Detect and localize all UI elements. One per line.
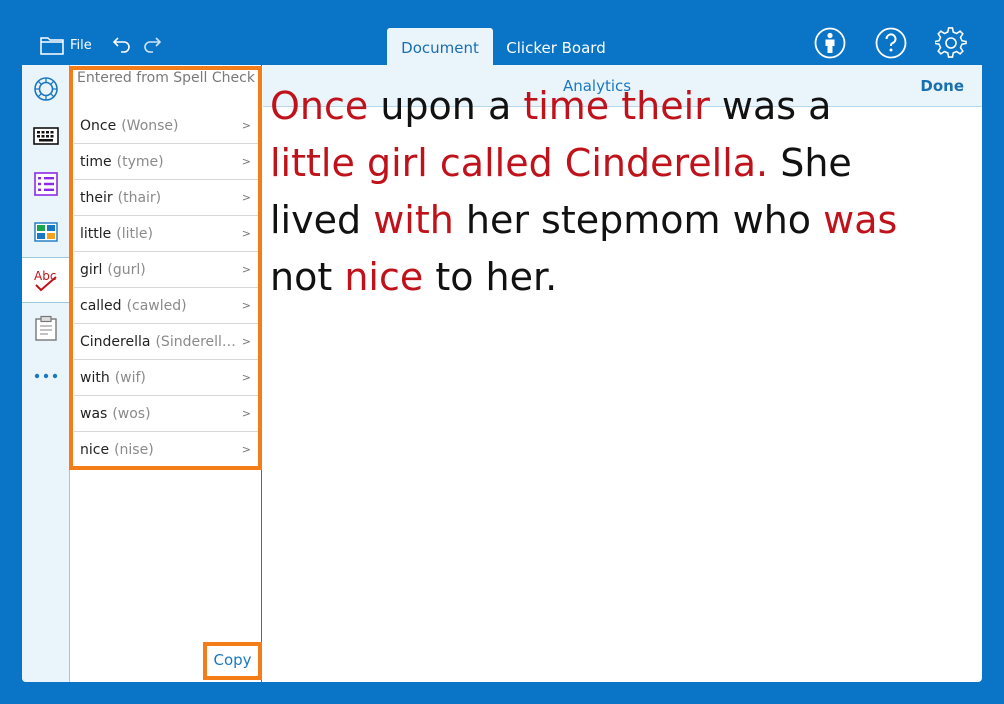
person-icon[interactable] <box>814 27 846 63</box>
undo-button[interactable] <box>112 34 132 58</box>
document-word: was a <box>709 84 832 128</box>
corrected-word: with <box>80 369 110 386</box>
corrected-word: their <box>80 189 113 206</box>
corrected-word: Once <box>80 117 117 134</box>
original-spelling: (wif) <box>114 369 146 386</box>
list-item[interactable]: their (thair) > <box>74 180 259 216</box>
chevron-right-icon: > <box>241 371 251 384</box>
done-button[interactable]: Done <box>920 77 964 95</box>
rail-item-spell-check[interactable]: Abc <box>22 257 70 303</box>
chevron-right-icon: > <box>241 227 251 240</box>
corrected-word: was <box>80 405 108 422</box>
numbered-list-icon <box>34 172 58 196</box>
rail-item-more[interactable] <box>22 353 70 399</box>
list-item[interactable]: time (tyme) > <box>74 144 259 180</box>
chevron-right-icon: > <box>241 407 251 420</box>
rail-item-clipboard[interactable] <box>22 305 70 351</box>
corrected-word: called <box>80 297 122 314</box>
rail-item-keyboard[interactable] <box>22 113 70 159</box>
list-item[interactable]: was (wos) > <box>74 396 259 432</box>
corrected-word-text: girl <box>366 141 428 185</box>
document-word: to her. <box>423 255 558 299</box>
corrected-word-text: Once <box>270 84 369 128</box>
corrected-word-text: called <box>439 141 553 185</box>
tab-clicker-board[interactable]: Clicker Board <box>500 28 612 65</box>
original-spelling: (wos) <box>112 405 151 422</box>
original-spelling: (tyme) <box>116 153 164 170</box>
rail-item-grid[interactable] <box>22 209 70 255</box>
original-spelling: (gurl) <box>107 261 146 278</box>
corrected-word-text: time <box>523 84 610 128</box>
help-icon[interactable] <box>875 27 907 63</box>
redo-button[interactable] <box>142 34 162 58</box>
spell-check-header: Entered from Spell Check <box>77 70 255 86</box>
chevron-right-icon: > <box>241 335 251 348</box>
corrected-word: girl <box>80 261 103 278</box>
more-icon <box>34 373 58 379</box>
spell-check-panel: Entered from Spell Check Once (Wonse) > tim… <box>70 65 262 682</box>
top-bar: File Document Clicker Board <box>0 0 1004 65</box>
corrected-word: time <box>80 153 112 170</box>
folder-icon <box>40 37 64 55</box>
chevron-right-icon: > <box>241 191 251 204</box>
list-item[interactable]: girl (gurl) > <box>74 252 259 288</box>
tab-document[interactable]: Document <box>387 28 493 65</box>
chevron-right-icon: > <box>241 155 251 168</box>
rail-item-word-list[interactable] <box>22 161 70 207</box>
wheel-icon <box>34 77 58 101</box>
file-label: File <box>70 37 92 53</box>
corrected-word-text: little <box>270 141 355 185</box>
original-spelling: (thair) <box>117 189 162 206</box>
corrected-word-text: with <box>373 198 454 242</box>
undo-icon <box>112 37 130 53</box>
document-word: her stepmom who <box>453 198 824 242</box>
corrected-word: little <box>80 225 112 242</box>
original-spelling: (Sinderell… <box>155 333 236 350</box>
spell-check-icon: Abc <box>34 269 57 292</box>
corrected-word-text: their <box>621 84 710 128</box>
document-word <box>553 141 565 185</box>
keyboard-icon <box>33 127 59 145</box>
gear-icon[interactable] <box>934 27 967 63</box>
list-item[interactable]: Once (Wonse) > <box>74 108 259 144</box>
tool-rail: Abc <box>22 65 70 682</box>
chevron-right-icon: > <box>241 119 251 132</box>
list-item[interactable]: nice (nise) > <box>74 432 259 468</box>
document-text[interactable]: Once upon a time their was a little girl… <box>270 78 920 306</box>
copy-button[interactable]: Copy <box>203 642 262 680</box>
list-item[interactable]: Cinderella (Sinderell… > <box>74 324 259 360</box>
chevron-right-icon: > <box>241 263 251 276</box>
spell-check-list: Once (Wonse) > time (tyme) > their (thair) > litt… <box>74 108 259 468</box>
corrected-word-text: nice <box>344 255 424 299</box>
grid-icon <box>34 222 58 242</box>
chevron-right-icon: > <box>241 299 251 312</box>
original-spelling: (Wonse) <box>121 117 179 134</box>
document-word <box>355 141 367 185</box>
rail-item-wheel[interactable] <box>22 66 70 112</box>
list-item[interactable]: with (wif) > <box>74 360 259 396</box>
corrected-word: Cinderella <box>80 333 151 350</box>
document-word: upon a <box>368 84 524 128</box>
original-spelling: (nise) <box>114 441 154 458</box>
original-spelling: (cawled) <box>126 297 187 314</box>
redo-icon <box>144 37 162 53</box>
document-word <box>428 141 440 185</box>
document-word: not <box>270 255 345 299</box>
corrected-word-text: was <box>823 198 898 242</box>
file-button[interactable]: File <box>40 33 92 57</box>
original-spelling: (litle) <box>116 225 153 242</box>
chevron-right-icon: > <box>241 443 251 456</box>
svg-text:Abc: Abc <box>34 269 56 283</box>
document-word <box>609 84 621 128</box>
corrected-word-text: Cinderella. <box>564 141 769 185</box>
list-item[interactable]: called (cawled) > <box>74 288 259 324</box>
list-item[interactable]: little (litle) > <box>74 216 259 252</box>
corrected-word: nice <box>80 441 110 458</box>
clipboard-icon <box>35 315 57 341</box>
